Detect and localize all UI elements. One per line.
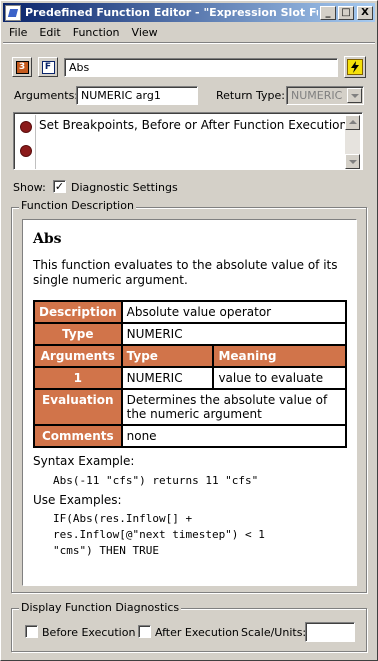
scale-units-field[interactable]	[305, 622, 355, 642]
scroll-down-icon[interactable]	[345, 154, 360, 169]
evaluate-button[interactable]	[344, 56, 366, 78]
menu-view[interactable]: View	[126, 26, 164, 39]
function-name-field[interactable]: Abs	[64, 58, 338, 77]
description-value: Absolute value operator	[120, 300, 348, 324]
table-row: Description Absolute value operator	[33, 300, 348, 324]
use-examples-heading: Use Examples:	[33, 493, 122, 507]
scale-units-label: Scale/Units:	[241, 626, 307, 639]
function-description-title: Function Description	[19, 199, 136, 212]
arg-type: NUMERIC	[120, 366, 215, 390]
diagnostic-settings-checkbox[interactable]: ✓	[53, 180, 66, 193]
arg-meaning: value to evaluate	[212, 366, 347, 390]
menu-file[interactable]: File	[3, 26, 33, 39]
function-description-panel: Abs This function evaluates to the absol…	[22, 219, 357, 586]
function-format-button[interactable]: F	[38, 57, 58, 77]
maximize-button[interactable]: □	[338, 5, 354, 20]
evaluation-value: Determines the absolute value of the num…	[120, 388, 348, 426]
table-row: 1 NUMERIC value to evaluate	[33, 366, 347, 390]
table-row: Comments none	[33, 424, 348, 448]
before-execution-label: Before Execution	[42, 626, 136, 639]
display-diagnostics-title: Display Function Diagnostics	[19, 601, 182, 614]
function-type-icon: 3	[15, 60, 29, 74]
use-example-line: res.Inflow[@"next timestep") < 1	[53, 528, 265, 541]
close-button[interactable]: X	[357, 5, 373, 20]
menu-separator	[3, 42, 375, 44]
lightning-icon	[347, 59, 363, 75]
breakpoint-gutter[interactable]	[16, 115, 36, 169]
chevron-down-icon[interactable]	[347, 88, 362, 103]
comments-value: none	[120, 424, 348, 448]
diagnostic-settings-label: Diagnostic Settings	[71, 181, 178, 194]
app-icon	[5, 4, 21, 21]
window-title: Predefined Function Editor - "Expression…	[25, 6, 318, 19]
description-header: Description	[33, 300, 123, 324]
return-type-value: NUMERIC	[291, 89, 343, 102]
minimize-button[interactable]: _	[320, 5, 336, 20]
table-row: Evaluation Determines the absolute value…	[33, 388, 348, 426]
after-execution-label: After Execution	[155, 626, 239, 639]
before-execution-checkbox[interactable]	[25, 625, 38, 638]
arguments-label: Arguments:	[14, 89, 79, 102]
table-row: Arguments Type Meaning	[33, 344, 347, 368]
use-example-line: "cms") THEN TRUE	[53, 544, 159, 557]
use-example-code: IF(Abs(res.Inflow[] + res.Inflow[@"next t…	[53, 511, 346, 559]
after-execution-checkbox[interactable]	[138, 625, 151, 638]
menu-function[interactable]: Function	[67, 26, 126, 39]
use-example-line: IF(Abs(res.Inflow[] +	[53, 512, 193, 525]
menu-bar: File Edit Function View	[3, 23, 375, 41]
function-f-icon: F	[41, 60, 55, 74]
return-type-label: Return Type:	[216, 89, 285, 102]
type-value: NUMERIC	[120, 322, 348, 346]
comments-header: Comments	[33, 424, 123, 448]
syntax-example-code: Abs(-11 "cfs") returns 11 "cfs"	[53, 474, 259, 487]
function-description-text: This function evaluates to the absolute …	[33, 258, 338, 287]
arguments-header: Arguments	[33, 344, 123, 368]
arg-meaning-column-header: Meaning	[212, 344, 347, 368]
breakpoints-area[interactable]: Set Breakpoints, Before or After Functio…	[13, 112, 363, 170]
arg-type-column-header: Type	[120, 344, 215, 368]
type-header: Type	[33, 322, 123, 346]
breakpoints-scrollbar[interactable]	[345, 115, 360, 169]
function-name-heading: Abs	[33, 231, 62, 247]
return-type-select[interactable]: NUMERIC	[286, 86, 364, 105]
function-info-table: Description Absolute value operator Type…	[33, 300, 348, 448]
menu-edit[interactable]: Edit	[33, 26, 66, 39]
breakpoints-text: Set Breakpoints, Before or After Functio…	[39, 118, 351, 132]
syntax-example-heading: Syntax Example:	[33, 454, 135, 468]
breakpoint-after-icon[interactable]	[20, 145, 32, 157]
arguments-field[interactable]: NUMERIC arg1	[76, 86, 198, 105]
table-row: Type NUMERIC	[33, 322, 348, 346]
predefined-function-editor-window: Predefined Function Editor - "Expression…	[0, 0, 378, 661]
arg-index: 1	[33, 366, 123, 390]
evaluation-header: Evaluation	[33, 388, 123, 426]
show-label: Show:	[13, 181, 46, 194]
function-type-button[interactable]: 3	[12, 57, 32, 77]
scroll-up-icon[interactable]	[345, 115, 360, 130]
breakpoint-before-icon[interactable]	[20, 121, 32, 133]
title-bar[interactable]: Predefined Function Editor - "Expression…	[3, 3, 375, 22]
